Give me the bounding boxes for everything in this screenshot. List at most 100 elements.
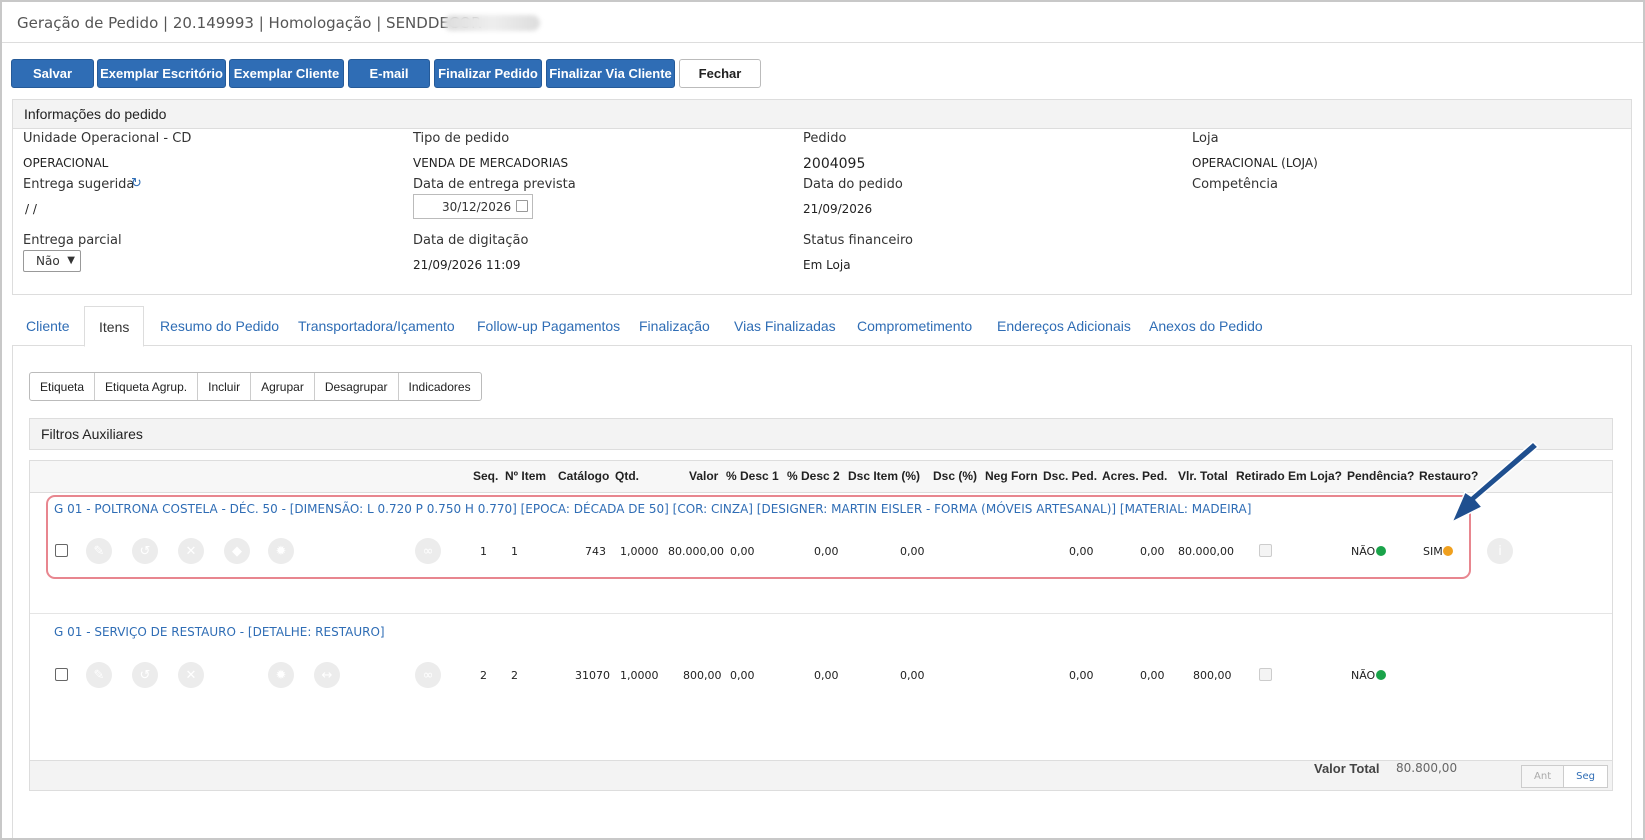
annotation-arrow-icon: [1450, 440, 1540, 524]
label-button[interactable]: Etiqueta: [30, 373, 96, 400]
row-1-desc1: 0,00: [730, 545, 755, 558]
tag-icon[interactable]: ◆: [224, 538, 250, 564]
expected-delivery-label: Data de entrega prevista: [413, 177, 576, 192]
row-divider: [30, 613, 1612, 614]
typing-date-value: 21/09/2026 11:09: [413, 258, 521, 272]
tab-comprometimento[interactable]: Comprometimento: [843, 306, 986, 346]
history-icon[interactable]: ↺: [132, 662, 158, 688]
financial-status-value: Em Loja: [803, 258, 851, 272]
col-valor[interactable]: Valor: [689, 469, 718, 483]
expected-delivery-value: 30/12/2026: [442, 199, 512, 214]
email-button[interactable]: E-mail: [348, 59, 430, 88]
tab-itens[interactable]: Itens: [84, 306, 145, 347]
row-2-seq: 2: [480, 669, 487, 682]
order-date-label: Data do pedido: [803, 177, 903, 192]
row-2-valor: 800,00: [683, 669, 722, 682]
partial-delivery-select[interactable]: Não ▼: [23, 250, 81, 272]
tab-finalizacao[interactable]: Finalização: [625, 306, 724, 346]
order-date-value: 21/09/2026: [803, 202, 873, 216]
office-copy-button[interactable]: Exemplar Escritório: [97, 59, 226, 88]
save-button[interactable]: Salvar: [11, 59, 94, 88]
previous-page-button[interactable]: Ant: [1522, 766, 1565, 787]
row-1-seq: 1: [480, 545, 487, 558]
history-icon[interactable]: ↺: [132, 538, 158, 564]
col-desc2[interactable]: % Desc 2: [787, 469, 840, 483]
gear-icon[interactable]: ✹: [268, 662, 294, 688]
items-tab-content: Etiqueta Etiqueta Agrup. Incluir Agrupar…: [12, 346, 1632, 838]
competence-label: Competência: [1192, 177, 1279, 192]
col-retirado[interactable]: Retirado Em Loja?: [1236, 469, 1342, 483]
col-catalogo[interactable]: Catálogo: [558, 469, 609, 483]
col-dsc-ped[interactable]: Dsc. Ped.: [1043, 469, 1097, 483]
ungroup-button[interactable]: Desagrupar: [315, 373, 399, 400]
aux-filters-header[interactable]: Filtros Auxiliares: [29, 418, 1613, 450]
tab-followup[interactable]: Follow-up Pagamentos: [463, 306, 634, 346]
expected-delivery-input[interactable]: 30/12/2026: [413, 194, 533, 219]
suggested-delivery-label: Entrega sugerida: [23, 177, 135, 192]
next-page-button[interactable]: Seg: [1564, 766, 1607, 787]
row-2-dsc-ped: 0,00: [1069, 669, 1094, 682]
edit-icon[interactable]: ✎: [86, 538, 112, 564]
refresh-icon[interactable]: ↻: [131, 176, 142, 191]
col-dsc-item[interactable]: Dsc Item (%): [848, 469, 920, 483]
close-button[interactable]: Fechar: [679, 59, 761, 88]
delete-icon[interactable]: ✕: [178, 538, 204, 564]
row-2-checkbox[interactable]: [55, 668, 68, 681]
col-item[interactable]: Nº Item: [505, 469, 546, 483]
financial-status-label: Status financeiro: [803, 233, 913, 248]
group-button[interactable]: Agrupar: [251, 373, 315, 400]
col-vlr-total[interactable]: Vlr. Total: [1178, 469, 1228, 483]
link-icon[interactable]: ∞: [415, 538, 441, 564]
row-1-checkbox[interactable]: [55, 544, 68, 557]
row-1-acres-ped: 0,00: [1140, 545, 1165, 558]
expand-arrows-icon[interactable]: ↔: [314, 662, 340, 688]
edit-icon[interactable]: ✎: [86, 662, 112, 688]
col-neg-forn[interactable]: Neg Forn: [985, 469, 1038, 483]
tab-vias-finalizadas[interactable]: Vias Finalizadas: [720, 306, 850, 346]
chevron-down-icon: ▼: [67, 255, 75, 266]
grid-header: Seq. Nº Item Catálogo Qtd. Valor % Desc …: [30, 461, 1612, 493]
row-2-title[interactable]: G 01 - SERVIÇO DE RESTAURO - [DETALHE: R…: [54, 625, 385, 639]
row-2-qtd: 1,0000: [620, 669, 659, 682]
finalize-order-button[interactable]: Finalizar Pedido: [434, 59, 542, 88]
total-value: 80.800,00: [1396, 761, 1458, 775]
delete-icon[interactable]: ✕: [178, 662, 204, 688]
redacted-text: [444, 15, 540, 31]
include-button[interactable]: Incluir: [198, 373, 252, 400]
tab-enderecos[interactable]: Endereços Adicionais: [983, 306, 1145, 346]
row-2-catalogo: 31070: [575, 669, 610, 682]
row-1-title[interactable]: G 01 - POLTRONA COSTELA - DÉC. 50 - [DIM…: [54, 502, 1251, 516]
info-icon[interactable]: i: [1487, 538, 1513, 564]
unit-label: Unidade Operacional - CD: [23, 131, 192, 146]
finalize-via-client-button[interactable]: Finalizar Via Cliente: [546, 59, 675, 88]
tab-resumo[interactable]: Resumo do Pedido: [146, 306, 293, 346]
col-dsc[interactable]: Dsc (%): [933, 469, 977, 483]
order-number-label: Pedido: [803, 131, 847, 146]
partial-delivery-value: Não: [36, 254, 60, 268]
pending-status-dot: [1376, 546, 1386, 556]
col-desc1[interactable]: % Desc 1: [726, 469, 779, 483]
tab-anexos[interactable]: Anexos do Pedido: [1135, 306, 1277, 346]
title-bar: Geração de Pedido | 20.149993 | Homologa…: [2, 2, 1643, 43]
order-info-panel: Informações do pedido Unidade Operaciona…: [12, 99, 1632, 295]
suggested-delivery-value: / /: [25, 202, 37, 216]
col-qtd[interactable]: Qtd.: [615, 469, 639, 483]
col-seq[interactable]: Seq.: [473, 469, 498, 483]
indicators-button[interactable]: Indicadores: [399, 373, 481, 400]
row-2-retirado-checkbox: [1259, 668, 1272, 681]
col-pendencia[interactable]: Pendência?: [1347, 469, 1414, 483]
col-acres-ped[interactable]: Acres. Ped.: [1102, 469, 1167, 483]
row-1-catalogo: 743: [585, 545, 606, 558]
gear-icon[interactable]: ✹: [268, 538, 294, 564]
row-2-pendencia: NÃO: [1351, 669, 1376, 682]
partial-delivery-label: Entrega parcial: [23, 233, 122, 248]
tab-bar: Cliente Itens Resumo do Pedido Transport…: [12, 306, 1632, 347]
link-icon[interactable]: ∞: [415, 662, 441, 688]
store-value: OPERACIONAL (LOJA): [1192, 156, 1318, 170]
tab-transportadora[interactable]: Transportadora/Içamento: [284, 306, 469, 346]
tab-cliente[interactable]: Cliente: [12, 306, 84, 346]
grouped-label-button[interactable]: Etiqueta Agrup.: [95, 373, 199, 400]
calendar-icon[interactable]: [516, 200, 528, 212]
client-copy-button[interactable]: Exemplar Cliente: [229, 59, 344, 88]
row-2-dsc-item: 0,00: [900, 669, 925, 682]
